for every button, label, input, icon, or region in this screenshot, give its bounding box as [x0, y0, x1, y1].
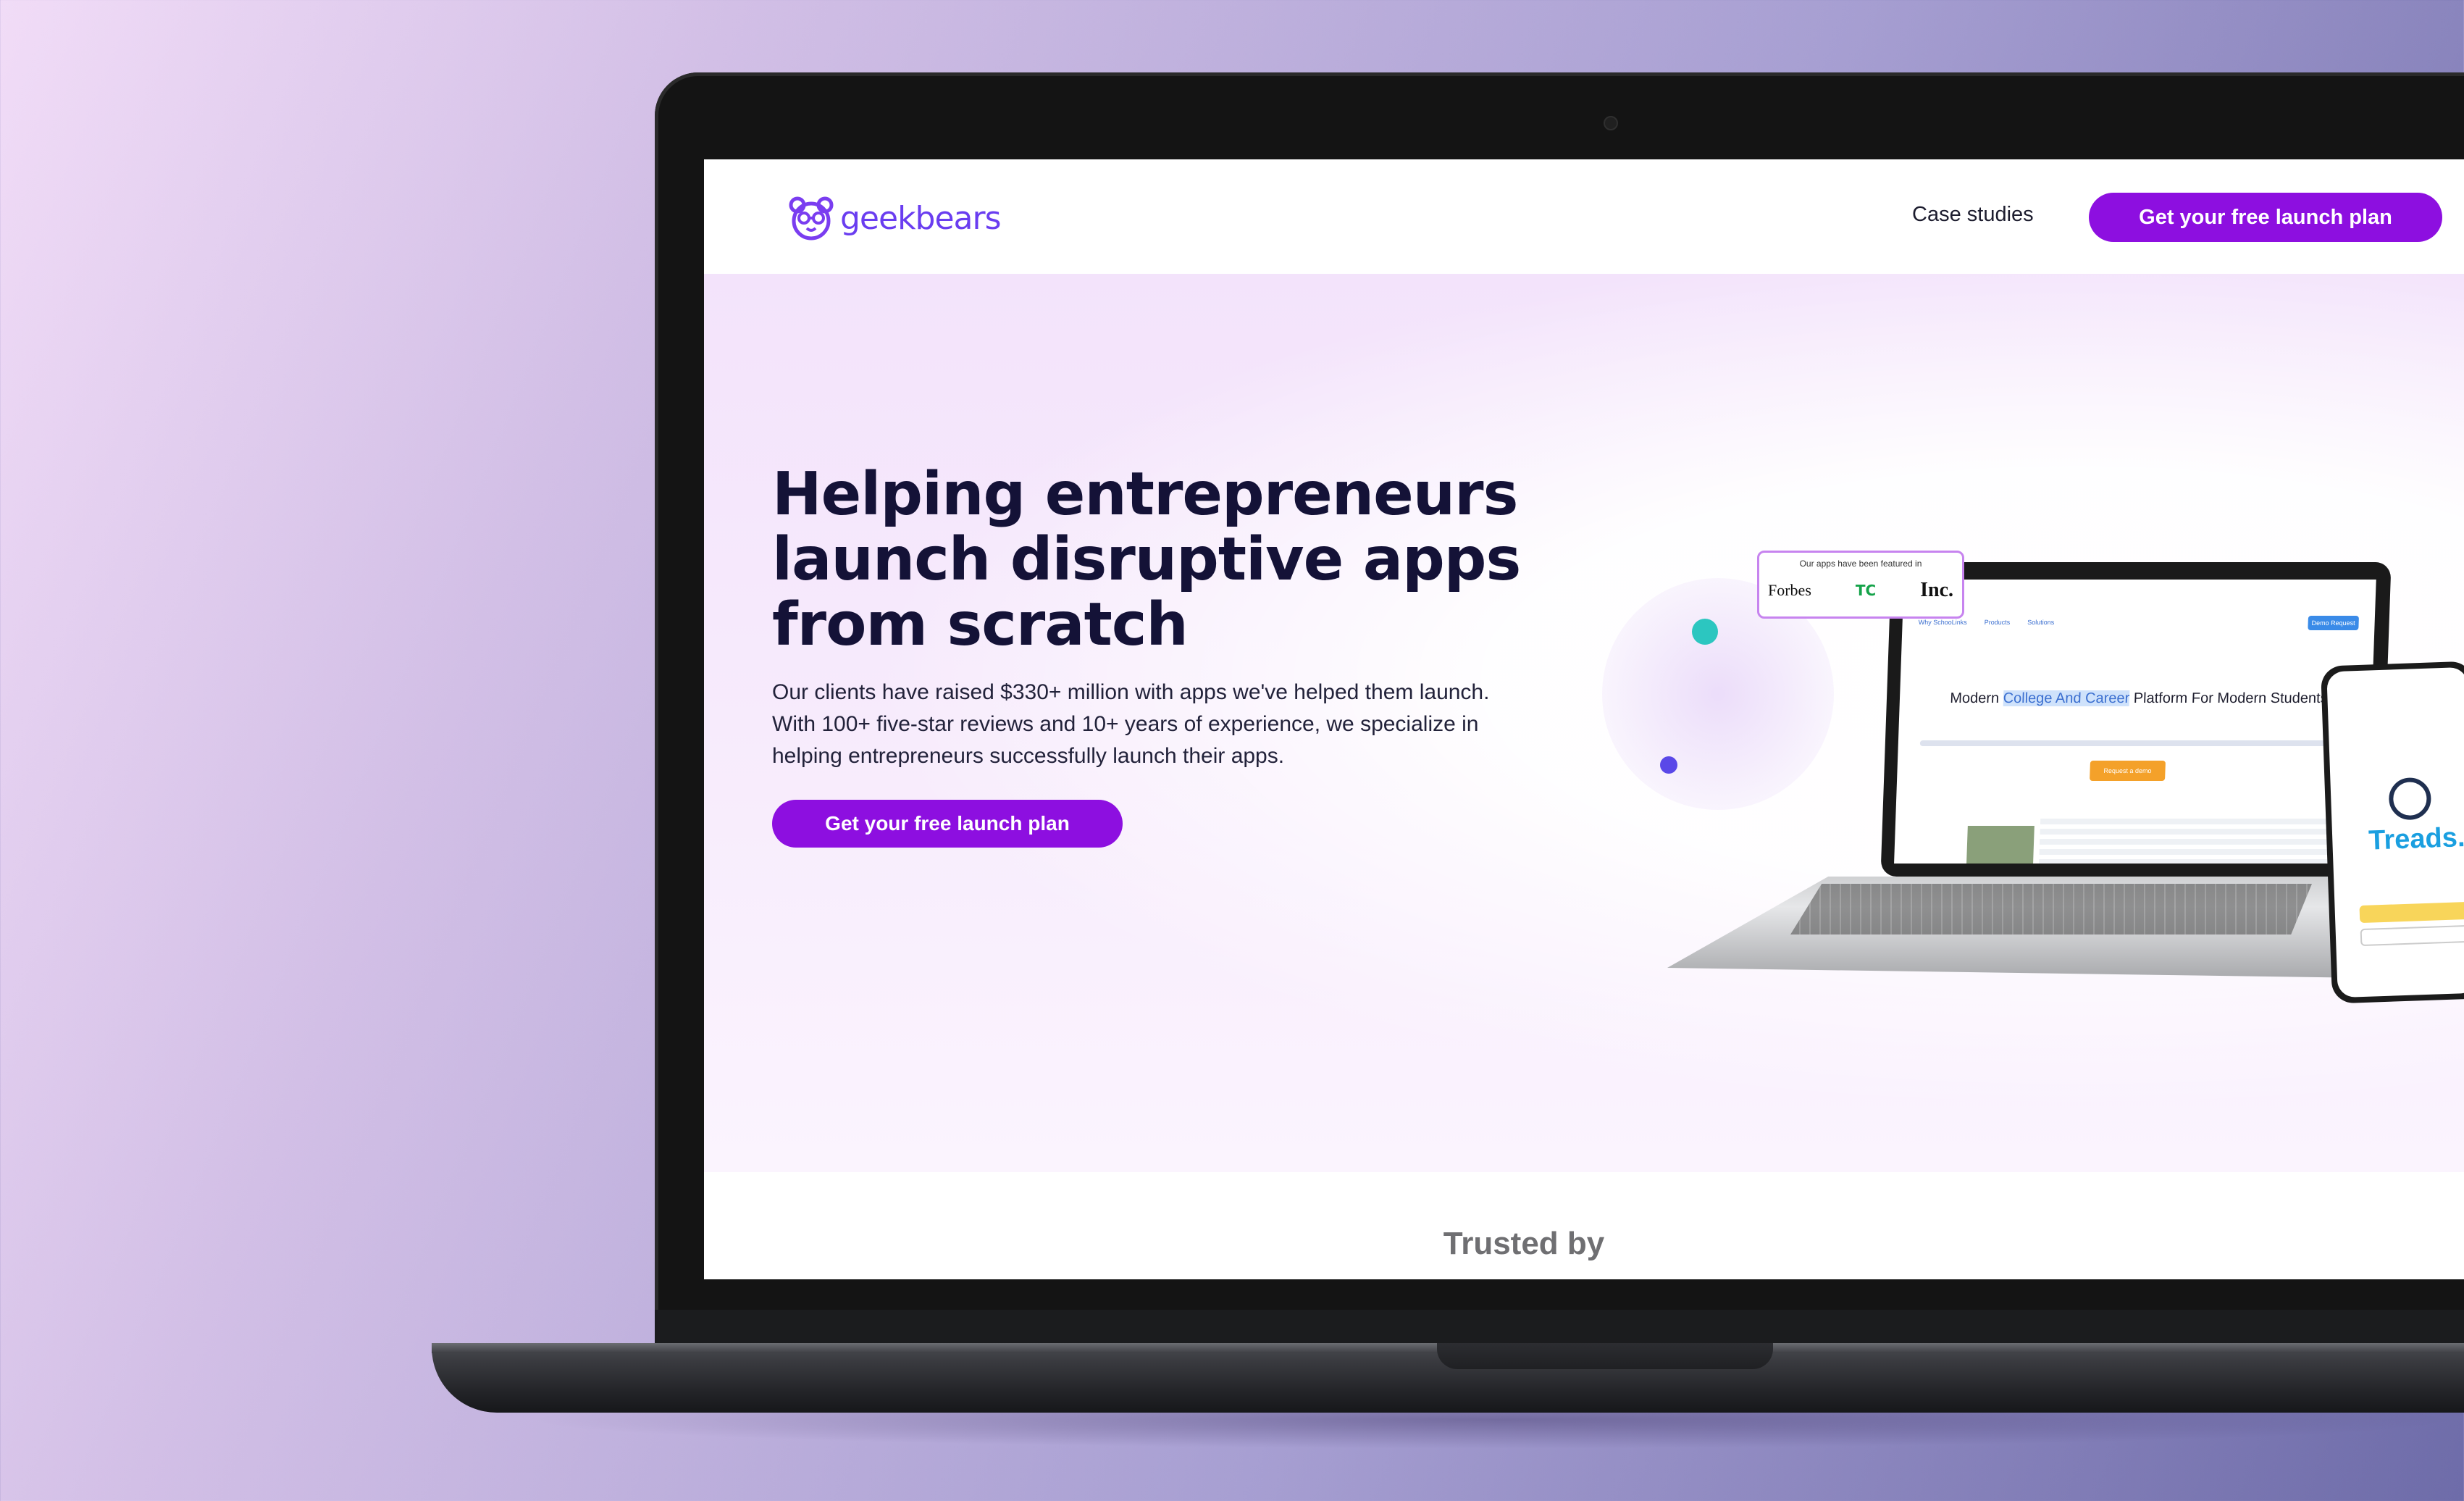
phone-sign-in-button — [2359, 901, 2464, 924]
teal-dot — [1692, 619, 1718, 645]
nav-link-case-studies[interactable]: Case studies — [1912, 203, 2034, 227]
treads-logo-icon — [2388, 777, 2432, 821]
inc-logo: Inc. — [1920, 579, 1953, 601]
hero-section: Helping entrepreneurs launch disruptive … — [704, 274, 2464, 1172]
laptop-bezel — [655, 1310, 2464, 1343]
mockup-video-thumbnail — [1966, 826, 2035, 864]
mockup-phone: Treads. — [2320, 661, 2464, 1004]
site-header: geekbears Case studies Get your free lau… — [704, 159, 2464, 274]
phone-login-button — [2360, 924, 2464, 947]
mockup-title: Modern College And Career Platform For M… — [1949, 690, 2329, 706]
phone-screen: Treads. — [2326, 666, 2464, 998]
mockup-nav: Why SchooLinks Products Solutions — [1918, 619, 2055, 626]
featured-logos: Forbes TC Inc. — [1768, 579, 1953, 602]
mockup-display: Why SchooLinks Products Solutions Demo Req… — [1894, 580, 2376, 864]
header-launch-plan-button[interactable]: Get your free launch plan — [2089, 193, 2442, 242]
featured-in-badge: Our apps have been featured in Forbes TC… — [1757, 551, 1964, 619]
camera-icon — [1604, 116, 1618, 130]
mockup-cta: Request a demo — [2090, 761, 2166, 781]
hero-subtext: Our clients have raised $330+ million wi… — [772, 680, 1490, 768]
website-screen: geekbears Case studies Get your free lau… — [704, 159, 2464, 1279]
bear-logo-icon — [789, 196, 834, 241]
trusted-by-heading: Trusted by — [1443, 1226, 1605, 1261]
mockup-dashboard — [2038, 819, 2345, 864]
hero-headline: Helping entrepreneurs launch disruptive … — [772, 460, 1521, 659]
purple-dot — [1660, 756, 1677, 774]
mockup-demo-button: Demo Request — [2308, 616, 2359, 630]
forbes-logo: Forbes — [1768, 581, 1811, 599]
mockup-subtitle-line — [1919, 740, 2355, 746]
logo-wordmark: geekbears — [840, 199, 1002, 237]
phone-app-name: Treads. — [2368, 822, 2464, 856]
featured-title: Our apps have been featured in — [1799, 559, 1922, 569]
laptop-notch — [1437, 1343, 1773, 1369]
techcrunch-logo: TC — [1855, 582, 1877, 599]
mockup-keyboard — [1790, 884, 2312, 935]
hero-launch-plan-button[interactable]: Get your free launch plan — [772, 800, 1123, 848]
site-logo[interactable]: geekbears — [788, 193, 1002, 243]
